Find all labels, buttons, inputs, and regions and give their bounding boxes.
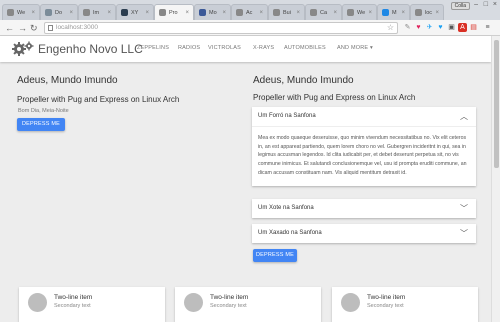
accordion-panel: Um Forró na Sanfona ︿ Mea ex modo quaequ…: [252, 107, 476, 186]
nav-link-and-more[interactable]: AND MORE ▾: [337, 45, 373, 51]
profile-badge[interactable]: Colla: [450, 2, 470, 10]
extension-acrobat-icon[interactable]: A: [458, 23, 467, 32]
accordion-header[interactable]: Um Xote na Sanfona ﹀: [252, 199, 476, 218]
tab-close-icon[interactable]: ×: [29, 10, 35, 16]
accordion-header[interactable]: Um Xaxado na Sanfona ﹀: [252, 224, 476, 243]
list-item[interactable]: Two-line item Secondary text: [332, 287, 478, 322]
extension-heart-blue-icon[interactable]: ♥: [436, 23, 445, 32]
tab-favicon-icon: [159, 9, 166, 16]
tab-close-icon[interactable]: ×: [105, 10, 111, 16]
tab-favicon-icon: [415, 9, 422, 16]
tab-favicon-icon: [236, 9, 243, 16]
extension-box-icon[interactable]: ▣: [447, 23, 456, 32]
list-item-secondary: Secondary text: [367, 303, 404, 309]
nav-link-zeppelins[interactable]: ZEPPELINS: [137, 45, 169, 51]
tab-close-icon[interactable]: ×: [294, 10, 300, 16]
tab-close-icon[interactable]: ×: [257, 10, 263, 16]
browser-tab[interactable]: Do ×: [40, 4, 78, 20]
browser-tab[interactable]: loc ×: [410, 4, 444, 20]
browser-tab[interactable]: We ×: [342, 4, 377, 20]
nav-link-automobiles[interactable]: AUTOMOBILES: [284, 45, 326, 51]
nav-link-victrolas[interactable]: VICTROLAS: [208, 45, 241, 51]
tab-close-icon[interactable]: ×: [433, 10, 439, 16]
address-host: localhost:: [56, 24, 84, 31]
right-subtitle: Propeller with Pug and Express on Linux …: [253, 93, 416, 102]
chevron-up-icon: ︿: [460, 112, 468, 121]
tab-close-icon[interactable]: ×: [366, 10, 372, 16]
left-title: Adeus, Mundo Imundo: [17, 75, 118, 86]
menu-icon[interactable]: ≡: [483, 23, 492, 32]
accordion-header[interactable]: Um Forró na Sanfona ︿: [252, 107, 476, 126]
browser-tab-strip: We × Do × Im × XY × Pro × Mo × Ac × Bui × Ca × We…: [0, 0, 500, 20]
nav-link-x-rays[interactable]: X-RAYS: [253, 45, 274, 51]
bookmark-star-icon[interactable]: ☆: [387, 23, 394, 33]
list-item-primary: Two-line item: [367, 294, 406, 301]
tab-close-icon[interactable]: ×: [67, 10, 73, 16]
reload-icon[interactable]: ↻: [30, 22, 38, 34]
browser-tab-active[interactable]: Pro ×: [154, 4, 194, 20]
list-item-secondary: Secondary text: [210, 303, 247, 309]
depress-me-button[interactable]: DEPRESS ME: [253, 249, 297, 262]
list-item[interactable]: Two-line item Secondary text: [175, 287, 321, 322]
caret-down-icon: ▾: [369, 45, 373, 51]
tab-favicon-icon: [45, 9, 52, 16]
browser-tab[interactable]: Mo ×: [194, 4, 231, 20]
browser-tab[interactable]: XY ×: [116, 4, 154, 20]
minimize-icon[interactable]: –: [474, 1, 478, 8]
brand-name[interactable]: Engenho Novo LLC: [38, 42, 143, 56]
page-info-icon[interactable]: [48, 25, 53, 31]
tab-close-icon[interactable]: ×: [399, 10, 405, 16]
accordion-panel: Um Xaxado na Sanfona ﹀: [252, 224, 476, 243]
extension-pen-icon[interactable]: ✎: [403, 23, 412, 32]
left-small-text: Bom Dia, Meia-Noite: [18, 108, 69, 114]
app-header: Engenho Novo LLC ZEPPELINS RADIOS VICTRO…: [0, 36, 491, 62]
window-close-icon[interactable]: ×: [493, 1, 497, 8]
list-item-secondary: Secondary text: [54, 303, 91, 309]
tab-favicon-icon: [199, 9, 206, 16]
avatar: [28, 293, 47, 312]
chevron-down-icon: ﹀: [460, 204, 468, 213]
browser-tab[interactable]: We ×: [2, 4, 40, 20]
tab-favicon-icon: [273, 9, 280, 16]
nav-link-radios[interactable]: RADIOS: [178, 45, 200, 51]
list-item[interactable]: Two-line item Secondary text: [19, 287, 165, 322]
avatar: [184, 293, 203, 312]
list-item-primary: Two-line item: [210, 294, 249, 301]
tab-favicon-icon: [7, 9, 14, 16]
browser-toolbar: ← → ↻ localhost:3000 ☆ ✎ ♥ ✈ ♥ ▣ A ▤ ≡: [0, 20, 500, 36]
tab-close-icon[interactable]: ×: [220, 10, 226, 16]
extension-heart-icon[interactable]: ♥: [414, 23, 423, 32]
right-title: Adeus, Mundo Imundo: [253, 75, 354, 86]
maximize-icon[interactable]: □: [484, 1, 488, 8]
avatar: [341, 293, 360, 312]
depress-me-button[interactable]: DEPRESS ME: [17, 118, 65, 131]
browser-tab[interactable]: Ca ×: [305, 4, 342, 20]
tab-favicon-icon: [382, 9, 389, 16]
left-subtitle: Propeller with Pug and Express on Linux …: [17, 95, 180, 104]
browser-tab[interactable]: Im ×: [78, 4, 116, 20]
tab-favicon-icon: [121, 9, 128, 16]
browser-tab[interactable]: Bui ×: [268, 4, 305, 20]
forward-icon[interactable]: →: [18, 22, 27, 34]
browser-tab[interactable]: Ac ×: [231, 4, 268, 20]
gears-logo-icon: [12, 41, 34, 56]
tab-close-icon[interactable]: ×: [143, 10, 149, 16]
page-scrollbar[interactable]: [491, 36, 500, 322]
address-bar[interactable]: localhost:3000 ☆: [44, 22, 398, 34]
tab-favicon-icon: [310, 9, 317, 16]
browser-tab[interactable]: M ×: [377, 4, 410, 20]
accordion-body: Mea ex modo quaeque deseruisse, quo mini…: [252, 126, 476, 186]
accordion-panel: Um Xote na Sanfona ﹀: [252, 199, 476, 218]
tab-close-icon[interactable]: ×: [331, 10, 337, 16]
scrollbar-thumb[interactable]: [494, 40, 499, 168]
tab-close-icon[interactable]: ×: [183, 10, 189, 16]
chevron-down-icon: ﹀: [460, 229, 468, 238]
back-icon[interactable]: ←: [5, 22, 14, 34]
extension-red-icon[interactable]: ▤: [469, 23, 478, 32]
list-item-primary: Two-line item: [54, 294, 93, 301]
tab-favicon-icon: [83, 9, 90, 16]
extension-twitter-icon[interactable]: ✈: [425, 23, 434, 32]
address-port: 3000: [83, 24, 98, 31]
tab-favicon-icon: [347, 9, 354, 16]
